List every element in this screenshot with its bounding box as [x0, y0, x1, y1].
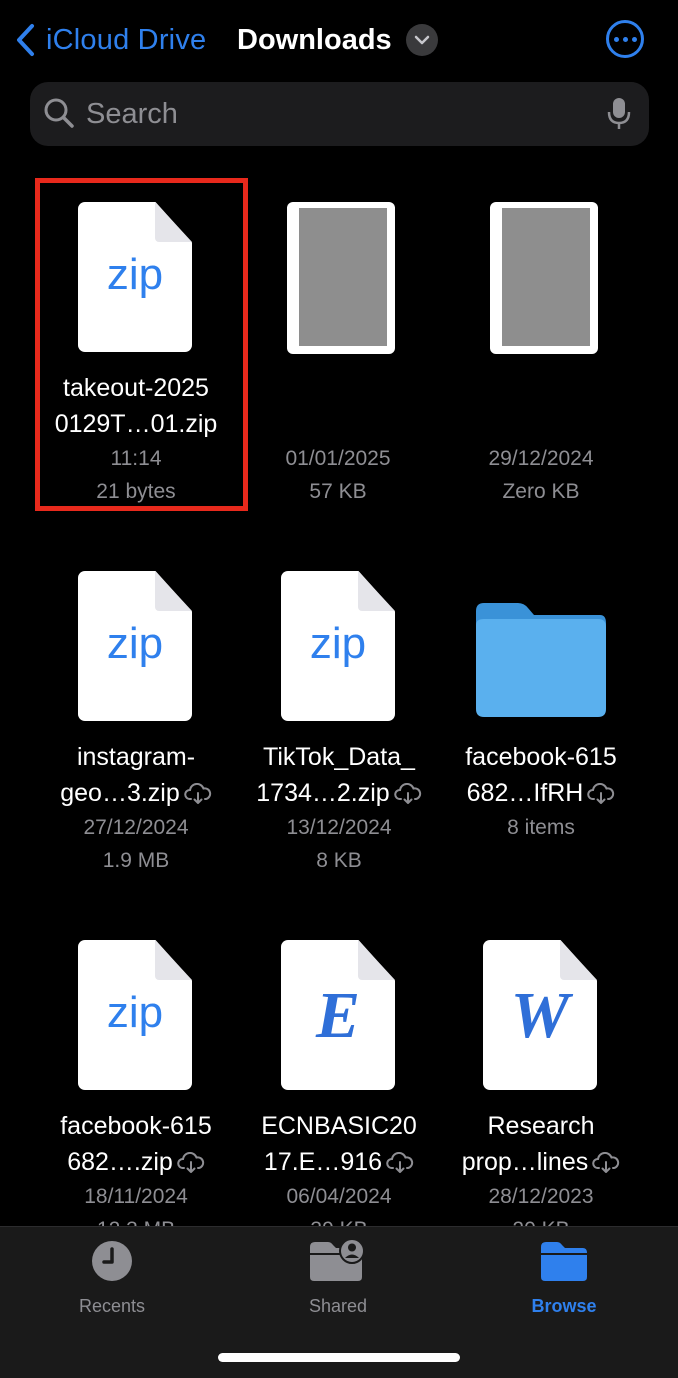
page-title: Downloads [237, 23, 392, 56]
file-item-research[interactable]: W Research prop…lines 28/12/2023 20 KB [439, 940, 643, 1246]
file-name-redacted [236, 370, 440, 442]
back-button-label: iCloud Drive [46, 23, 207, 56]
file-date: 18/11/2024 [84, 1185, 188, 1208]
file-date: 06/04/2024 [286, 1185, 392, 1208]
cloud-download-icon [393, 783, 421, 805]
zip-label: zip [106, 250, 164, 299]
folder-item-count: 8 items [507, 816, 575, 839]
file-date: 28/12/2023 [488, 1185, 594, 1208]
folder-item-facebook[interactable]: facebook-615 682…IfRH 8 items [439, 571, 643, 844]
file-name-line1: TikTok_Data_ [263, 743, 415, 771]
document-letter: E [315, 979, 361, 1052]
file-name-line1: ECNBASIC20 [261, 1112, 417, 1140]
chevron-down-icon [405, 24, 438, 56]
zip-label: zip [106, 619, 164, 668]
shared-folder-icon [310, 1238, 365, 1281]
chevron-left-icon [17, 24, 34, 56]
file-date: 01/01/2025 [285, 447, 391, 470]
file-size: 1.9 MB [102, 849, 170, 872]
file-size: Zero KB [502, 480, 580, 503]
file-item-facebook-zip[interactable]: zip facebook-615 682….zip 18/11/2024 12.… [34, 940, 238, 1246]
home-indicator [218, 1353, 460, 1362]
title-menu-button[interactable]: Downloads [237, 20, 438, 60]
file-item-takeout-zip[interactable]: zip takeout-2025 0129T…01.zip 11:14 21 b… [34, 202, 238, 508]
file-date: 27/12/2024 [83, 816, 189, 839]
file-name-line2: prop…lines [461, 1148, 589, 1176]
tab-shared[interactable]: Shared [258, 1238, 418, 1317]
file-item-redacted-1[interactable]: 01/01/2025 57 KB [236, 202, 440, 508]
zip-label: zip [106, 988, 164, 1037]
tab-browse[interactable]: Browse [484, 1239, 644, 1317]
file-date: 11:14 [110, 447, 162, 470]
cloud-download-icon [386, 1152, 414, 1174]
cloud-download-icon [592, 1152, 620, 1174]
search-bar [30, 82, 649, 146]
redacted-document-thumbnail [236, 202, 440, 354]
file-item-instagram-zip[interactable]: zip instagram- geo…3.zip 27/12/2024 1.9 … [34, 571, 238, 877]
redacted-document-thumbnail [439, 202, 643, 354]
microphone-icon[interactable] [607, 96, 631, 132]
file-item-tiktok-zip[interactable]: zip TikTok_Data_ 1734…2.zip 13/12/2024 8… [237, 571, 441, 877]
folder-name-line1: facebook-615 [465, 743, 617, 771]
folder-name-line2: 682…IfRH [466, 779, 584, 807]
file-item-ecnbasic[interactable]: E ECNBASIC20 17.E…916 06/04/2024 39 KB [237, 940, 441, 1246]
cloud-download-icon [177, 1152, 204, 1174]
ellipsis-icon [613, 36, 619, 42]
file-name-line1: Research [487, 1112, 595, 1140]
navigation-bar: iCloud Drive Downloads [0, 0, 678, 80]
zip-file-icon: zip [34, 571, 238, 723]
cloud-download-icon [184, 783, 211, 805]
file-name-line1: instagram- [76, 743, 196, 771]
tab-label: Browse [531, 1296, 597, 1316]
file-name-line2: geo…3.zip [60, 779, 180, 807]
file-size: 21 bytes [96, 480, 176, 503]
file-size: 8 KB [316, 849, 362, 872]
file-name-line1: facebook-615 [60, 1112, 212, 1140]
file-name-line2: 0129T…01.zip [54, 410, 218, 438]
file-name-line1: takeout-2025 [63, 374, 209, 402]
file-date: 29/12/2024 [488, 447, 594, 470]
file-name-line2: 682….zip [67, 1148, 173, 1176]
zip-file-icon: zip [34, 940, 238, 1092]
search-icon [44, 98, 74, 128]
document-letter: W [510, 979, 570, 1052]
tab-label: Shared [308, 1296, 368, 1316]
zip-file-icon: zip [237, 571, 441, 723]
zip-file-icon: zip [34, 202, 238, 354]
folder-icon [439, 571, 643, 723]
file-date: 13/12/2024 [286, 816, 392, 839]
file-item-redacted-2[interactable]: 29/12/2024 Zero KB [439, 202, 643, 508]
file-name-redacted [439, 370, 643, 442]
file-name-line2: 1734…2.zip [256, 779, 390, 807]
tab-label: Recents [78, 1296, 146, 1316]
search-input[interactable] [86, 94, 586, 134]
file-name-line2: 17.E…916 [263, 1148, 383, 1176]
back-button[interactable]: iCloud Drive [14, 18, 206, 62]
more-options-button[interactable] [606, 20, 644, 58]
e-document-icon: E [237, 940, 441, 1092]
zip-label: zip [309, 619, 367, 668]
clock-icon [92, 1241, 132, 1281]
word-document-icon: W [439, 940, 643, 1092]
cloud-download-icon [587, 783, 615, 805]
tab-recents[interactable]: Recents [32, 1239, 192, 1317]
folder-icon [541, 1242, 587, 1281]
file-size: 57 KB [309, 480, 367, 503]
